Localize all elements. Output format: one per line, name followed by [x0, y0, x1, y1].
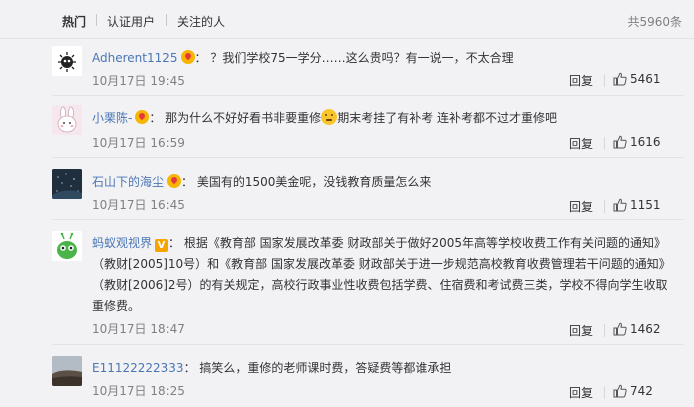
like-count: 1616: [630, 135, 661, 149]
comment-text: 美国有的1500美金呢，没钱教育质量怎么来: [196, 175, 432, 189]
username[interactable]: E11122222333: [92, 361, 184, 375]
avatar[interactable]: [52, 356, 82, 386]
like-count: 5461: [630, 72, 661, 86]
comment-item: E11122222333： 搞笑么，重修的老师课时费，答疑费等都谁承担 10月1…: [0, 345, 694, 407]
divider: [604, 74, 605, 87]
comment-total-count: 共5960条: [627, 15, 682, 29]
comment-text: 期末考挂了有补考 连补考都不过才重修吧: [337, 111, 558, 125]
comment-item: 小栗陈-： 那为什么不好好看书非要重修 期末考挂了有补考 连补考都不过才重修吧 1…: [0, 96, 694, 158]
comment-item: Adherent1125： ？我们学校75一学分……这么贵吗？有一说一，不太合理…: [0, 38, 694, 96]
verified-v-icon[interactable]: V: [155, 239, 169, 252]
like-count: 742: [630, 384, 653, 398]
comment-panel: 热门 认证用户 关注的人 共5960条 Adherent1125： ？我们学校7…: [0, 0, 694, 407]
comment-content: 小栗陈-： 那为什么不好好看书非要重修 期末考挂了有补考 连补考都不过才重修吧: [92, 109, 558, 125]
like-button[interactable]: 1616: [613, 135, 661, 149]
thumbs-up-icon: [613, 135, 627, 149]
divider: [604, 386, 605, 399]
thumbs-up-icon: [613, 322, 627, 336]
like-count: 1462: [630, 322, 661, 336]
member-badge-icon[interactable]: [180, 50, 195, 64]
like-button[interactable]: 742: [613, 384, 653, 398]
comment-text: 搞笑么，重修的老师课时费，答疑费等都谁承担: [199, 361, 452, 375]
comment-time: 10月17日 18:25: [92, 384, 185, 398]
comment-text-line: 重修费。: [92, 299, 141, 313]
comment-content: 蚂蚁观视界 V： 根据《教育部 国家发展改革委 财政部关于做好2005年高等学校收…: [92, 233, 682, 317]
comment-text: 根据《教育部 国家发展改革委 财政部关于做好2005年高等学校收费工作有关问题的…: [183, 236, 667, 250]
comment-item: 蚂蚁观视界 V： 根据《教育部 国家发展改革委 财政部关于做好2005年高等学校收…: [0, 220, 694, 345]
comment-text-line: （教财[2005]10号）和《教育部 国家发展改革委 财政部关于进一步规范高校教…: [92, 257, 671, 271]
tab-hot[interactable]: 热门: [62, 13, 86, 30]
reply-button[interactable]: 回复: [569, 384, 593, 401]
tab-divider: [96, 14, 97, 26]
avatar[interactable]: [52, 105, 82, 135]
username[interactable]: 小栗陈-: [92, 111, 132, 125]
member-badge-icon[interactable]: [135, 110, 150, 124]
avatar[interactable]: [52, 46, 82, 76]
tab-verified-users[interactable]: 认证用户: [107, 13, 155, 30]
comment-time: 10月17日 18:47: [92, 322, 185, 336]
reply-button[interactable]: 回复: [569, 72, 593, 89]
tab-following[interactable]: 关注的人: [177, 13, 225, 30]
like-button[interactable]: 1462: [613, 322, 661, 336]
username[interactable]: 石山下的海尘: [92, 175, 164, 189]
comment-time: 10月17日 19:45: [92, 74, 185, 88]
like-button[interactable]: 5461: [613, 72, 661, 86]
divider: [604, 137, 605, 150]
username[interactable]: 蚂蚁观视界: [92, 236, 152, 250]
divider: [604, 200, 605, 213]
comment-content: E11122222333： 搞笑么，重修的老师课时费，答疑费等都谁承担: [92, 361, 452, 375]
reply-button[interactable]: 回复: [569, 322, 593, 339]
member-badge-icon[interactable]: [167, 174, 182, 188]
comment-content: 石山下的海尘： 美国有的1500美金呢，没钱教育质量怎么来: [92, 174, 432, 189]
avatar[interactable]: [52, 231, 82, 261]
thumbs-up-icon: [613, 198, 627, 212]
comment-time: 10月17日 16:59: [92, 136, 185, 150]
avatar[interactable]: [52, 169, 82, 199]
divider: [604, 324, 605, 337]
comment-tabs: 热门 认证用户 关注的人 共5960条: [0, 0, 694, 39]
thumbs-up-icon: [613, 384, 627, 398]
thumbs-up-icon: [613, 72, 627, 86]
reply-button[interactable]: 回复: [569, 135, 593, 152]
like-button[interactable]: 1151: [613, 198, 661, 212]
like-count: 1151: [630, 198, 661, 212]
comment-text-line: （教财[2006]2号）的有关规定，高校行政事业性收费包括学费、住宿费和考试费三…: [92, 278, 668, 292]
comment-text: ？我们学校75一学分……这么贵吗？有一说一，不太合理: [210, 51, 514, 65]
username[interactable]: Adherent1125: [92, 51, 178, 65]
smile-emoji-icon: [321, 109, 338, 125]
comment-time: 10月17日 16:45: [92, 198, 185, 212]
comment-content: Adherent1125： ？我们学校75一学分……这么贵吗？有一说一，不太合理: [92, 50, 514, 65]
comment-item: 石山下的海尘： 美国有的1500美金呢，没钱教育质量怎么来 10月17日 16:…: [0, 158, 694, 220]
reply-button[interactable]: 回复: [569, 198, 593, 215]
tab-divider: [166, 14, 167, 26]
comment-text: 那为什么不好好看书非要重修: [165, 111, 322, 125]
